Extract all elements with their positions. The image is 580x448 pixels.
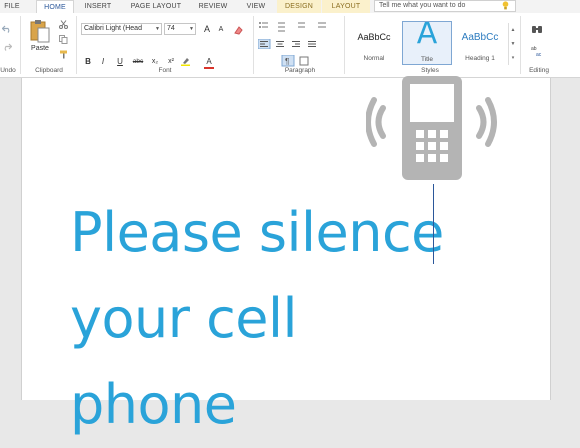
- format-painter-icon[interactable]: [59, 50, 68, 59]
- shrink-font-label: A: [218, 26, 224, 33]
- paragraph-group-label: Paragraph: [284, 67, 316, 74]
- shrink-font-button[interactable]: A: [216, 25, 226, 35]
- cut-icon[interactable]: [59, 20, 68, 29]
- font-color-button[interactable]: A: [203, 57, 215, 67]
- font-group-label: Font: [158, 67, 172, 74]
- underline-button[interactable]: U: [114, 57, 126, 67]
- document-line: your cell: [70, 287, 298, 350]
- tab-home[interactable]: HOME: [36, 0, 74, 13]
- italic-button[interactable]: I: [97, 57, 109, 67]
- style-normal-name: Normal: [363, 55, 385, 62]
- grow-font-button[interactable]: A: [202, 24, 212, 34]
- document-text[interactable]: Please silence your cell phone: [70, 190, 490, 448]
- undo-group-label: Undo: [0, 67, 16, 74]
- shading-borders-icon[interactable]: ¶: [262, 55, 322, 67]
- styles-scroll[interactable]: ▲ ▼ ▾: [508, 23, 517, 65]
- tab-layout[interactable]: LAYOUT: [322, 0, 370, 13]
- find-icon[interactable]: [531, 25, 543, 35]
- text-cursor: [433, 184, 434, 264]
- font-color-letter: A: [206, 57, 212, 66]
- style-title-sample: A: [416, 21, 438, 51]
- clear-formatting-icon[interactable]: [234, 26, 243, 35]
- undo-icon[interactable]: [2, 25, 12, 33]
- tab-insert[interactable]: INSERT: [78, 0, 118, 13]
- lightbulb-icon: [502, 1, 509, 10]
- style-heading-1-name: Heading 1: [465, 55, 495, 62]
- tab-page-layout[interactable]: PAGE LAYOUT: [124, 0, 188, 13]
- tab-design[interactable]: DESIGN: [277, 0, 321, 13]
- highlight-icon[interactable]: [181, 57, 195, 66]
- tab-file[interactable]: FILE: [0, 0, 24, 13]
- document-line: phone: [70, 373, 237, 436]
- subscript-button[interactable]: x₂: [149, 57, 161, 67]
- style-heading-1[interactable]: AaBbCc Heading 1: [454, 21, 506, 65]
- styles-group-label: Styles: [421, 67, 439, 74]
- redo-icon[interactable]: [2, 43, 12, 51]
- paste-icon[interactable]: [30, 19, 50, 43]
- tell-me-search-input[interactable]: Tell me what you want to do: [374, 0, 516, 12]
- svg-text:ac: ac: [536, 52, 542, 57]
- editing-group-label: Editing: [529, 67, 549, 74]
- chevron-down-icon: ▼: [189, 26, 194, 32]
- font-name-select[interactable]: Calibri Light (Head ▼: [81, 23, 162, 35]
- style-normal[interactable]: AaBbCc Normal: [348, 21, 400, 65]
- alignment-buttons-icon[interactable]: [258, 39, 342, 49]
- superscript-button[interactable]: x²: [165, 57, 177, 67]
- strikethrough-button[interactable]: abc: [131, 57, 145, 67]
- replace-icon[interactable]: ab ac: [531, 45, 545, 57]
- copy-icon[interactable]: [59, 35, 68, 44]
- font-size-select[interactable]: 74 ▼: [164, 23, 196, 35]
- document-line: Please silence: [70, 201, 444, 264]
- style-normal-sample: AaBbCc: [357, 32, 391, 42]
- bold-button[interactable]: B: [82, 57, 94, 67]
- ribbon-tab-bar: FILE HOME INSERT PAGE LAYOUT REVIEW VIEW…: [0, 0, 580, 13]
- ribbon: Undo Paste Clipboard Calibri Light (Head…: [0, 13, 580, 78]
- clipboard-group-label: Clipboard: [35, 67, 63, 74]
- svg-text:¶: ¶: [285, 57, 289, 66]
- vibrating-phone-icon: [366, 76, 497, 180]
- style-heading-1-sample: AaBbCc: [461, 32, 499, 43]
- font-name-value: Calibri Light (Head: [84, 25, 142, 32]
- grow-font-label: A: [203, 24, 210, 34]
- style-title[interactable]: A Title: [402, 21, 452, 65]
- font-size-value: 74: [167, 25, 175, 32]
- tab-review[interactable]: REVIEW: [193, 0, 233, 13]
- chevron-down-icon: ▼: [155, 26, 160, 32]
- tab-view[interactable]: VIEW: [240, 0, 272, 13]
- list-buttons-icon[interactable]: [258, 21, 342, 33]
- paste-button[interactable]: Paste: [26, 44, 54, 54]
- style-title-name: Title: [420, 56, 434, 63]
